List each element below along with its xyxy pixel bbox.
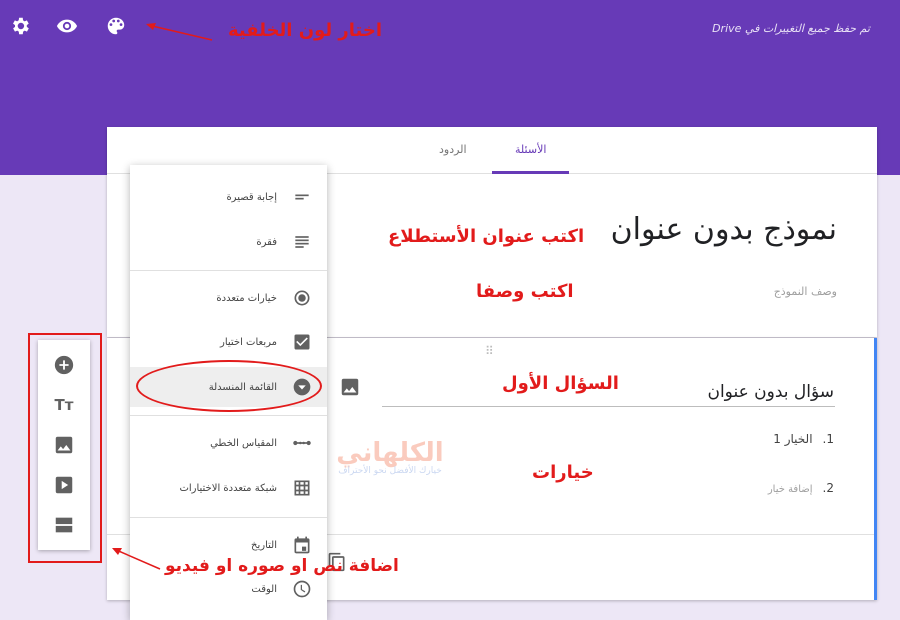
menu-item-label: الوقت — [251, 583, 277, 595]
tab-questions[interactable]: الأسئلة — [515, 143, 546, 156]
annotation-choices: خيارات — [532, 462, 594, 483]
clock-icon — [291, 578, 313, 600]
dropdown-highlight-ellipse — [136, 360, 322, 412]
add-option-row[interactable]: 2. إضافة خيار — [768, 481, 834, 495]
grid-icon — [291, 477, 313, 499]
save-status: تم حفظ جميع التغييرات في Drive — [712, 22, 870, 35]
annotation-arrow — [112, 548, 161, 570]
add-option-label: إضافة خيار — [767, 484, 813, 495]
annotation-add-media: اضافة نص او صوره او فيديو — [165, 556, 399, 576]
watermark-main-text: الكلهاني — [336, 438, 444, 468]
checkbox-icon — [291, 331, 313, 353]
menu-separator — [130, 270, 327, 271]
menu-item-label: مربعات اختيار — [220, 336, 277, 348]
menu-item-multiple-choice-grid[interactable]: شبكة متعددة الاختيارات — [130, 468, 327, 508]
annotation-first-question: السؤال الأول — [502, 373, 619, 394]
menu-separator — [130, 517, 327, 518]
gear-icon[interactable] — [7, 13, 33, 39]
annotation-write-title: اكتب عنوان الأستطلاع — [388, 226, 585, 247]
tab-responses[interactable]: الردود — [439, 143, 467, 156]
menu-item-paragraph[interactable]: فقرة — [130, 222, 327, 262]
form-description-input[interactable]: وصف النموذج — [774, 285, 837, 298]
menu-item-checkboxes[interactable]: مربعات اختيار — [130, 322, 327, 362]
watermark-sub-text: خيارك الأفضل نحو الأحتراف — [338, 466, 442, 476]
active-tab-indicator — [492, 171, 569, 174]
palette-icon[interactable] — [103, 13, 129, 39]
linear-scale-icon — [291, 432, 313, 454]
annotation-write-description: اكتب وصفا — [476, 281, 574, 302]
add-image-icon[interactable] — [51, 432, 77, 458]
annotation-background-color: اختار لون الخلفية — [228, 20, 383, 41]
paragraph-icon — [291, 231, 313, 253]
calendar-icon — [291, 534, 313, 556]
option-label: الخيار 1 — [773, 432, 813, 446]
menu-item-linear-scale[interactable]: المقياس الخطي — [130, 423, 327, 463]
add-image-to-question-icon[interactable] — [339, 376, 361, 398]
add-video-icon[interactable] — [51, 472, 77, 498]
side-toolbar: Tт — [38, 340, 90, 550]
form-title-input[interactable]: نموذج بدون عنوان — [611, 212, 837, 247]
menu-item-multiple-choice[interactable]: خيارات متعددة — [130, 278, 327, 318]
question-title-underline — [382, 406, 835, 407]
menu-item-label: خيارات متعددة — [216, 292, 277, 304]
menu-item-label: المقياس الخطي — [210, 437, 277, 449]
menu-item-label: إجابة قصيرة — [226, 191, 277, 203]
add-section-icon[interactable] — [51, 512, 77, 538]
question-title-input[interactable]: سؤال بدون عنوان — [707, 382, 834, 402]
annotation-arrow — [146, 23, 213, 41]
option-row[interactable]: 1. الخيار 1 — [773, 432, 834, 446]
menu-item-label: فقرة — [256, 236, 277, 248]
radio-icon — [291, 287, 313, 309]
add-title-text-icon[interactable]: Tт — [51, 392, 77, 418]
drag-handle-icon[interactable]: ⠿ — [485, 344, 495, 358]
eye-icon[interactable] — [54, 13, 80, 39]
menu-item-short-answer[interactable]: إجابة قصيرة — [130, 177, 327, 217]
menu-item-label: شبكة متعددة الاختيارات — [179, 482, 277, 494]
menu-item-label: التاريخ — [251, 539, 277, 551]
menu-separator — [130, 415, 327, 416]
short-answer-icon — [291, 186, 313, 208]
option-number: 1. — [822, 432, 834, 446]
option-number: 2. — [822, 481, 834, 495]
watermark: الكلهاني خيارك الأفضل نحو الأحتراف — [300, 438, 480, 476]
add-question-icon[interactable] — [51, 352, 77, 378]
